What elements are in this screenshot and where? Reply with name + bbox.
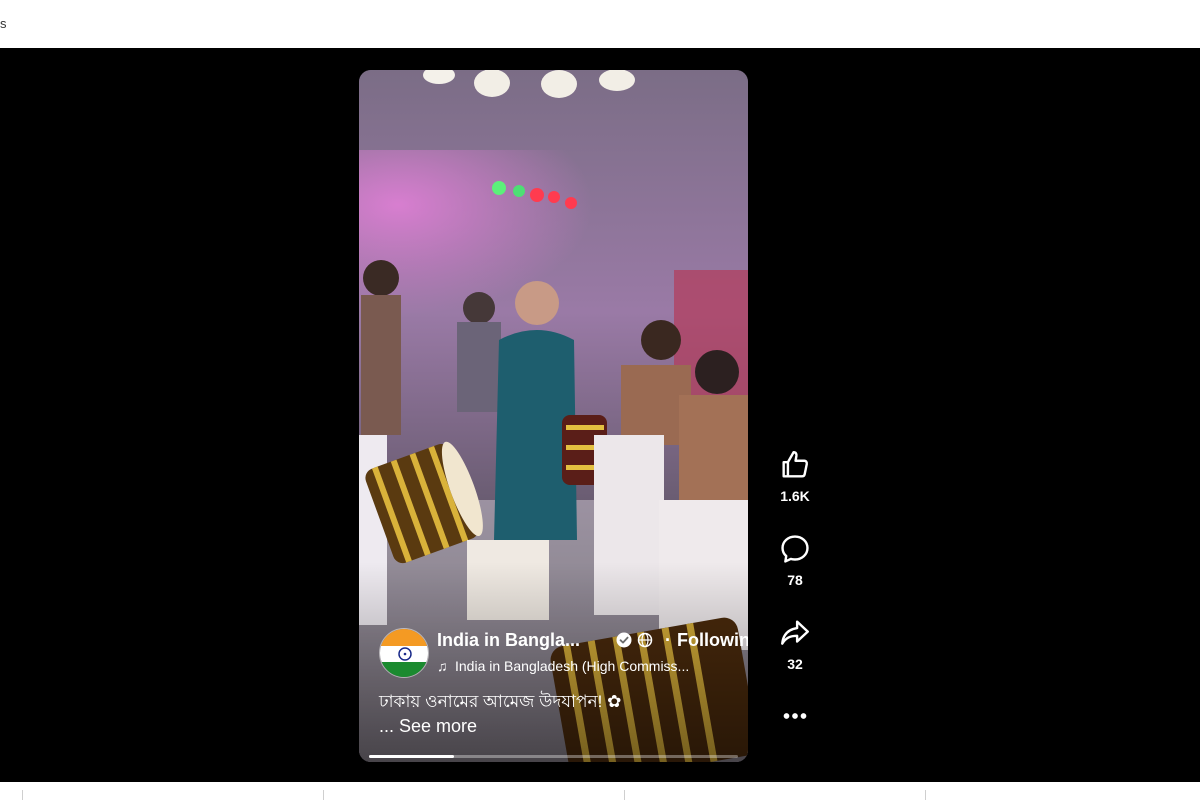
divider (323, 790, 324, 800)
page-avatar[interactable] (379, 628, 429, 678)
more-options-button[interactable] (770, 706, 820, 726)
share-count: 32 (787, 656, 803, 672)
like-count: 1.6K (780, 488, 810, 504)
bottom-bar (0, 782, 1200, 800)
divider (22, 790, 23, 800)
comment-icon (781, 535, 809, 563)
audio-label: India in Bangladesh (High Commiss... (455, 658, 690, 674)
reel-viewer: India in Bangla... · Following ♫ India in… (0, 48, 1200, 782)
video-progress-bar[interactable] (369, 755, 738, 758)
video-progress-fill (369, 755, 454, 758)
see-more-link[interactable]: ... See more (379, 716, 477, 737)
page-name[interactable]: India in Bangla... (437, 630, 580, 651)
thumbs-up-icon (782, 451, 809, 478)
globe-icon (637, 632, 653, 648)
top-bar-text: s (0, 16, 7, 31)
verified-badge-icon (616, 632, 632, 648)
comment-button[interactable]: 78 (770, 532, 820, 588)
share-icon (781, 620, 809, 645)
top-bar: s (0, 0, 1200, 49)
music-note-icon: ♫ (437, 658, 448, 674)
more-icon (783, 713, 807, 719)
reel-video[interactable]: India in Bangla... · Following ♫ India in… (359, 70, 748, 762)
divider (624, 790, 625, 800)
reel-caption: ঢাকায় ওনামের আমেজ উদযাপন! ✿ (379, 692, 622, 711)
follow-separator: · (665, 630, 671, 650)
divider (925, 790, 926, 800)
audio-link[interactable]: ♫ India in Bangladesh (High Commiss... (437, 658, 747, 674)
comment-count: 78 (787, 572, 803, 588)
author-row: India in Bangla... · Following ♫ India in… (379, 628, 748, 678)
following-button[interactable]: Following (677, 630, 748, 651)
like-button[interactable]: 1.6K (770, 448, 820, 504)
india-flag-icon (380, 629, 428, 677)
share-button[interactable]: 32 (770, 616, 820, 672)
